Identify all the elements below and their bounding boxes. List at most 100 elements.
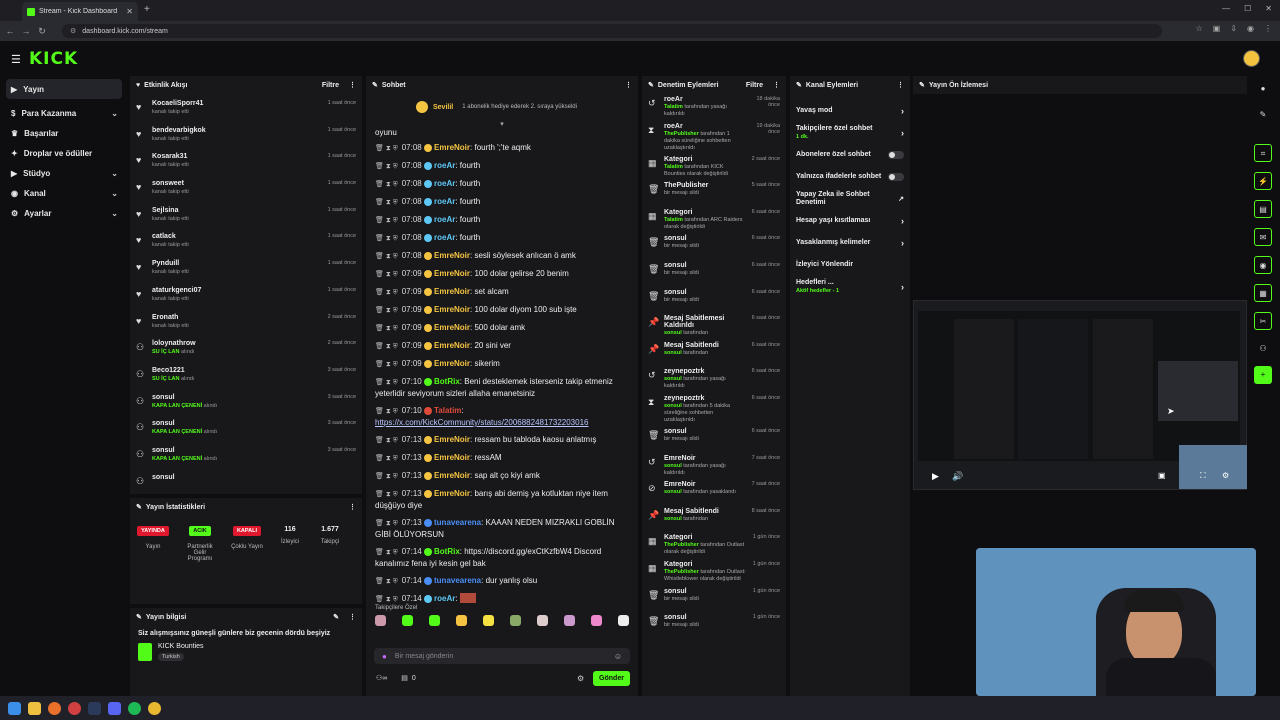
moderator-name[interactable]: Talatim [664, 164, 683, 170]
channel-action-2[interactable]: Abonelere özel sohbet [790, 144, 910, 166]
moderation-target[interactable]: sonsul [664, 614, 747, 621]
activity-username[interactable]: sonsul [152, 447, 217, 454]
chat-username[interactable]: EmreNoir [434, 251, 470, 260]
chat-username[interactable]: roeAr [434, 179, 455, 188]
chat-message[interactable]: 🗑 ⧗ ⛨ 07:14 BotRix: https://discord.gg/ex… [366, 543, 638, 572]
mod-actions-icon[interactable]: 🗑 ⧗ ⛨ [375, 489, 398, 500]
sidebar-item-5[interactable]: ◉ Kanal ⌄ [0, 183, 128, 203]
chat-username[interactable]: tunavearena [434, 518, 481, 527]
chat-message[interactable]: 🗑 ⧗ ⛨ 07:08 roeAr: fourth [366, 211, 638, 229]
chat-message[interactable]: 🗑 ⧗ ⛨ 07:09 EmreNoir: set alcam [366, 283, 638, 301]
close-tab-icon[interactable]: ✕ [126, 7, 133, 16]
rail-broadcast-icon[interactable]: ◉ [1254, 256, 1272, 274]
chat-message[interactable]: 🗑 ⧗ ⛨ 07:08 roeAr: fourth [366, 175, 638, 193]
browser-tab[interactable]: Stream - Kick Dashboard ✕ [22, 2, 138, 21]
activity-username[interactable]: Eronath [152, 314, 189, 321]
emote-icon[interactable] [483, 615, 494, 626]
rail-info-icon[interactable]: ● [1254, 80, 1272, 98]
profile-icon[interactable]: ◉ [1247, 24, 1254, 33]
sidebar-item-0[interactable]: ▶ Yayın [6, 79, 122, 99]
rail-tools-icon[interactable]: ✂ [1254, 312, 1272, 330]
explorer-icon[interactable] [28, 701, 41, 715]
mod-actions-icon[interactable]: 🗑 ⧗ ⛨ [375, 547, 398, 558]
moderation-target[interactable]: Kategori [664, 156, 746, 163]
moderation-target[interactable]: Kategori [664, 534, 747, 541]
moderator-name[interactable]: sonsul [664, 330, 682, 336]
activity-username[interactable]: bendevarbigkok [152, 127, 206, 134]
chat-message[interactable]: 🗑 ⧗ ⛨ 07:08 EmreNoir: sesli söylesek anlı… [366, 247, 638, 265]
mod-actions-icon[interactable]: 🗑 ⧗ ⛨ [375, 576, 398, 587]
chat-username[interactable]: roeAr [434, 233, 455, 242]
chat-username[interactable]: EmreNoir [434, 359, 470, 368]
mod-actions-icon[interactable]: 🗑 ⧗ ⛨ [375, 471, 398, 482]
moderation-target[interactable]: sonsul [664, 588, 747, 595]
stats-more-icon[interactable]: ⋮ [349, 503, 356, 511]
activity-username[interactable]: loloynathrow [152, 340, 196, 347]
rail-fullscreen-icon[interactable]: ⌗ [1254, 144, 1272, 162]
chrome-icon[interactable] [148, 701, 161, 715]
reload-icon[interactable]: ↻ [34, 26, 50, 37]
downloads-icon[interactable]: ⇩ [1230, 24, 1237, 33]
toggle-switch[interactable] [888, 173, 904, 181]
chat-username[interactable]: roeAr [434, 197, 455, 206]
chat-message[interactable]: 🗑 ⧗ ⛨ 07:13 EmreNoir: ressAM [366, 449, 638, 467]
rail-layout-icon[interactable]: ▦ [1254, 284, 1272, 302]
channel-action-7[interactable]: İzleyici Yönlendir [790, 254, 910, 276]
points-icon[interactable]: ▤ [401, 674, 408, 682]
pip-icon[interactable]: ▣ [1158, 471, 1166, 480]
mod-actions-icon[interactable]: 🗑 ⧗ ⛨ [375, 179, 398, 190]
user-avatar[interactable] [1243, 50, 1260, 67]
activity-username[interactable]: Beco1221 [152, 367, 195, 374]
mod-actions-icon[interactable]: 🗑 ⧗ ⛨ [375, 341, 398, 352]
channel-action-6[interactable]: Yasaklanmış kelimeler › [790, 232, 910, 254]
new-tab-icon[interactable]: + [144, 4, 150, 15]
activity-username[interactable]: KocaeliSporr41 [152, 100, 203, 107]
send-button[interactable]: Gönder [593, 671, 630, 686]
emote-icon[interactable] [429, 615, 440, 626]
moderation-target[interactable]: EmreNoir [664, 481, 746, 488]
start-icon[interactable] [8, 701, 21, 715]
chat-settings-icon[interactable]: ⚙ [577, 674, 584, 683]
kick-logo[interactable]: KICK [29, 49, 78, 69]
chat-username[interactable]: tunavearena [434, 576, 481, 585]
rail-add-icon[interactable]: + [1254, 366, 1272, 384]
chat-message[interactable]: 🗑 ⧗ ⛨ 07:13 EmreNoir: sap alt ço kiyi amk [366, 467, 638, 485]
discord-icon[interactable] [108, 701, 121, 715]
activity-filter-button[interactable]: Filtre [322, 82, 339, 89]
chat-username[interactable]: BotRix [434, 377, 460, 386]
moderator-name[interactable]: ThePublisher [664, 569, 699, 575]
chat-username[interactable]: roeAr [434, 161, 455, 170]
activity-username[interactable]: sonsul [152, 394, 217, 401]
activity-username[interactable]: Kosarak31 [152, 153, 189, 160]
channel-action-0[interactable]: Yavaş mod › [790, 100, 910, 122]
emote-icon[interactable] [456, 615, 467, 626]
channel-action-4[interactable]: Yapay Zeka ile Sohbet Denetimi ↗ [790, 188, 910, 210]
channel-action-3[interactable]: Yalnızca ifadelerle sohbet [790, 166, 910, 188]
chat-message[interactable]: 🗑 ⧗ ⛨ 07:10 BotRix: Beni desteklemek iste… [366, 373, 638, 402]
rail-bolt-icon[interactable]: ⚡ [1254, 172, 1272, 190]
mod-actions-icon[interactable]: 🗑 ⧗ ⛨ [375, 406, 398, 417]
fullscreen-icon[interactable]: ⛶ [1200, 471, 1206, 481]
chat-message[interactable]: 🗑 ⧗ ⛨ 07:09 EmreNoir: 100 dolar diyom 100… [366, 301, 638, 319]
play-icon[interactable]: ▶ [932, 471, 939, 482]
mod-actions-icon[interactable]: 🗑 ⧗ ⛨ [375, 323, 398, 334]
chat-message[interactable]: 🗑 ⧗ ⛨ 07:09 EmreNoir: sikerim [366, 355, 638, 373]
mod-actions-icon[interactable]: 🗑 ⧗ ⛨ [375, 197, 398, 208]
emote-icon[interactable] [510, 615, 521, 626]
moderation-filter-button[interactable]: Filtre [746, 82, 763, 89]
sidebar-item-3[interactable]: ✦ Droplar ve ödüller [0, 143, 128, 163]
mod-actions-icon[interactable]: 🗑 ⧗ ⛨ [375, 161, 398, 172]
firefox-icon[interactable] [48, 701, 61, 715]
channel-actions-more-icon[interactable]: ⋮ [897, 81, 904, 89]
chat-message[interactable]: 🗑 ⧗ ⛨ 07:08 roeAr: fourth [366, 193, 638, 211]
moderation-target[interactable]: Mesaj Sabitlendi [664, 508, 746, 515]
emote-icon[interactable] [375, 615, 386, 626]
moderator-name[interactable]: sonsul [664, 350, 682, 356]
moderation-target[interactable]: sonsul [664, 235, 746, 242]
chat-username[interactable]: Talatim [434, 406, 461, 415]
mod-actions-icon[interactable]: 🗑 ⧗ ⛨ [375, 215, 398, 226]
activity-username[interactable]: sonsul [152, 420, 217, 427]
channel-action-8[interactable]: Hedefleri ... Aktif hedefler - 1 › [790, 276, 910, 298]
chat-username[interactable]: EmreNoir [434, 287, 470, 296]
maximize-icon[interactable]: ☐ [1244, 4, 1251, 13]
